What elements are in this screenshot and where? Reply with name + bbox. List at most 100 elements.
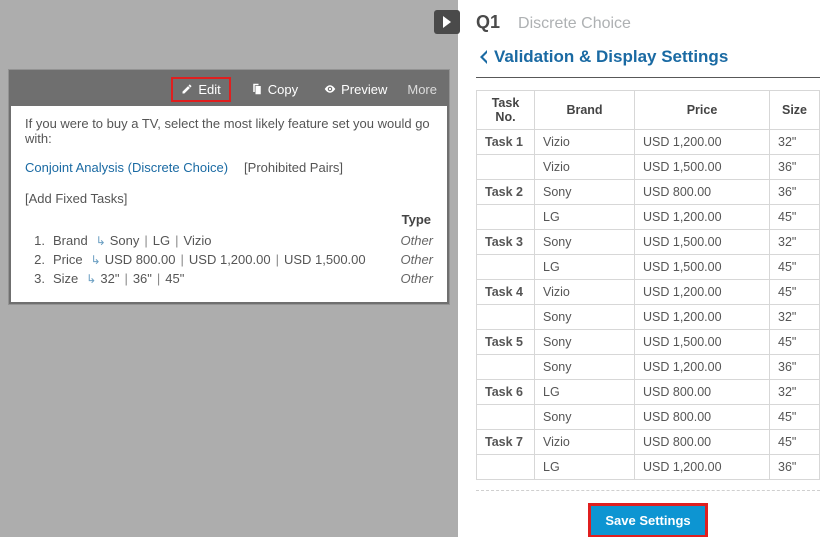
copy-button[interactable]: Copy <box>245 79 304 100</box>
cell-size: 45" <box>770 405 820 430</box>
back-link[interactable]: Validation & Display Settings <box>476 47 820 67</box>
table-row: VizioUSD 1,500.0036" <box>477 155 820 180</box>
chevron-left-icon <box>476 49 490 65</box>
right-pane: Q1 Discrete Choice Validation & Display … <box>458 0 838 537</box>
cell-price: USD 1,200.00 <box>635 205 770 230</box>
col-size: Size <box>770 91 820 130</box>
cell-brand: Sony <box>535 180 635 205</box>
type-column-header: Type <box>25 212 433 227</box>
table-row: Task 7VizioUSD 800.0045" <box>477 430 820 455</box>
attribute-row: 1.Brand↳Sony|LG|VizioOther <box>25 231 433 250</box>
cell-brand: Sony <box>535 405 635 430</box>
cell-price: USD 1,500.00 <box>635 230 770 255</box>
task-label: Task 6 <box>477 380 535 405</box>
attr-number: 2. <box>25 252 45 267</box>
table-row: LGUSD 1,200.0045" <box>477 205 820 230</box>
more-button[interactable]: More <box>407 82 437 97</box>
cell-size: 36" <box>770 455 820 480</box>
cell-size: 36" <box>770 180 820 205</box>
cell-price: USD 1,500.00 <box>635 155 770 180</box>
cell-brand: Sony <box>535 355 635 380</box>
table-row: Task 4VizioUSD 1,200.0045" <box>477 280 820 305</box>
table-row: SonyUSD 800.0045" <box>477 405 820 430</box>
question-number: Q1 <box>476 12 500 33</box>
cell-brand: Vizio <box>535 280 635 305</box>
back-label: Validation & Display Settings <box>494 47 728 67</box>
cell-size: 36" <box>770 155 820 180</box>
attr-number: 3. <box>25 271 45 286</box>
cell-price: USD 1,200.00 <box>635 130 770 155</box>
cell-brand: LG <box>535 380 635 405</box>
left-pane: Edit Copy Preview More If you were to bu… <box>0 0 458 537</box>
cell-brand: Vizio <box>535 130 635 155</box>
card-body: If you were to buy a TV, select the most… <box>11 106 447 302</box>
validation-table: Task No. Brand Price Size Task 1VizioUSD… <box>476 90 820 480</box>
attr-level: Sony <box>110 233 140 248</box>
table-row: Task 3SonyUSD 1,500.0032" <box>477 230 820 255</box>
attr-level: 45" <box>165 271 184 286</box>
cell-size: 32" <box>770 305 820 330</box>
attr-type: Other <box>392 271 433 286</box>
task-label-empty <box>477 155 535 180</box>
task-label-empty <box>477 305 535 330</box>
pencil-icon <box>181 83 193 95</box>
cell-brand: Sony <box>535 330 635 355</box>
table-row: LGUSD 1,500.0045" <box>477 255 820 280</box>
cell-price: USD 800.00 <box>635 380 770 405</box>
add-fixed-tasks-link[interactable]: [Add Fixed Tasks] <box>25 191 127 206</box>
task-label-empty <box>477 355 535 380</box>
task-label-empty <box>477 205 535 230</box>
card-toolbar: Edit Copy Preview More <box>11 72 447 106</box>
preview-label: Preview <box>341 82 387 97</box>
attr-level: LG <box>153 233 170 248</box>
collapse-toggle[interactable] <box>434 10 460 34</box>
cell-brand: Vizio <box>535 155 635 180</box>
attr-level: USD 1,200.00 <box>189 252 271 267</box>
cell-price: USD 800.00 <box>635 180 770 205</box>
arrow-icon: ↳ <box>91 253 101 267</box>
arrow-icon: ↳ <box>86 272 96 286</box>
cell-size: 36" <box>770 355 820 380</box>
prohibited-pairs-link[interactable]: [Prohibited Pairs] <box>244 160 343 175</box>
cell-brand: Vizio <box>535 430 635 455</box>
attribute-row: 2.Price↳USD 800.00|USD 1,200.00|USD 1,50… <box>25 250 433 269</box>
attr-type: Other <box>392 252 433 267</box>
divider <box>476 77 820 78</box>
question-card: Edit Copy Preview More If you were to bu… <box>9 70 449 304</box>
attribute-row: 3.Size↳32"|36"|45"Other <box>25 269 433 288</box>
attr-level: 36" <box>133 271 152 286</box>
col-brand: Brand <box>535 91 635 130</box>
cell-brand: Sony <box>535 230 635 255</box>
task-label-empty <box>477 255 535 280</box>
cell-size: 32" <box>770 380 820 405</box>
cell-size: 45" <box>770 255 820 280</box>
cell-brand: LG <box>535 455 635 480</box>
save-settings-button[interactable]: Save Settings <box>588 503 707 537</box>
attr-type: Other <box>392 233 433 248</box>
cell-size: 32" <box>770 230 820 255</box>
task-label: Task 2 <box>477 180 535 205</box>
edit-button[interactable]: Edit <box>171 77 230 102</box>
attribute-list: 1.Brand↳Sony|LG|VizioOther2.Price↳USD 80… <box>25 231 433 288</box>
cell-price: USD 1,500.00 <box>635 255 770 280</box>
analysis-type-link[interactable]: Conjoint Analysis (Discrete Choice) <box>25 160 228 175</box>
cell-brand: Sony <box>535 305 635 330</box>
cell-size: 32" <box>770 130 820 155</box>
cell-price: USD 1,200.00 <box>635 305 770 330</box>
task-label: Task 5 <box>477 330 535 355</box>
copy-label: Copy <box>268 82 298 97</box>
preview-button[interactable]: Preview <box>318 79 393 100</box>
attr-name: Brand <box>53 233 88 248</box>
table-row: LGUSD 1,200.0036" <box>477 455 820 480</box>
arrow-icon: ↳ <box>96 234 106 248</box>
cell-price: USD 800.00 <box>635 405 770 430</box>
table-row: Task 5SonyUSD 1,500.0045" <box>477 330 820 355</box>
attr-level: USD 800.00 <box>105 252 176 267</box>
table-row: Task 2SonyUSD 800.0036" <box>477 180 820 205</box>
attr-name: Size <box>53 271 78 286</box>
eye-icon <box>324 83 336 95</box>
col-price: Price <box>635 91 770 130</box>
cell-price: USD 1,200.00 <box>635 280 770 305</box>
cell-size: 45" <box>770 330 820 355</box>
table-row: SonyUSD 1,200.0036" <box>477 355 820 380</box>
